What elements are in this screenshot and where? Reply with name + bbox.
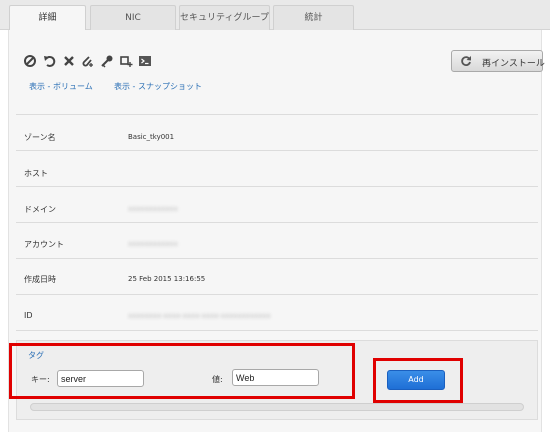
view-snapshots-link[interactable]: 表示 - スナップショット [114, 81, 202, 92]
tag-fields-highlight [9, 343, 355, 399]
divider [16, 258, 538, 259]
zone-value: Basic_tky001 [128, 133, 175, 141]
tab-details[interactable]: 詳細 [9, 5, 86, 31]
view-volumes-link[interactable]: 表示 - ボリューム [29, 81, 93, 92]
domain-label: ドメイン [24, 205, 56, 214]
zone-label: ゾーン名 [24, 133, 56, 142]
divider [16, 222, 538, 223]
divider [16, 186, 538, 187]
console-icon[interactable] [138, 54, 152, 68]
tab-bar: 詳細 NIC セキュリティグループ 統計 [0, 0, 550, 31]
created-value: 25 Feb 2015 13:16:55 [128, 275, 206, 283]
add-button-highlight [373, 358, 463, 403]
tab-nic[interactable]: NIC [90, 5, 176, 30]
divider [16, 114, 538, 115]
key-icon[interactable] [100, 54, 114, 68]
divider [16, 330, 538, 331]
tab-security-group[interactable]: セキュリティグループ [179, 5, 270, 30]
id-label: ID [24, 311, 33, 320]
id-value: xxxxxxxx-xxxx-xxxx-xxxx-xxxxxxxxxxxx [128, 312, 271, 320]
reinstall-label: 再インストール [482, 59, 545, 69]
divider [16, 294, 538, 295]
ban-icon[interactable] [23, 54, 37, 68]
account-value: xxxxxxxxxxxx [128, 240, 178, 248]
host-label: ホスト [24, 169, 48, 178]
divider [16, 150, 538, 151]
add-node-icon[interactable] [119, 54, 133, 68]
horizontal-scrollbar[interactable] [30, 403, 524, 411]
restart-icon[interactable] [43, 54, 57, 68]
reinstall-button[interactable]: 再インストール [451, 50, 545, 72]
close-icon[interactable] [62, 54, 76, 68]
domain-value: xxxxxxxxxxxx [128, 205, 178, 213]
refresh-icon [460, 55, 472, 67]
attach-icon[interactable] [80, 54, 94, 68]
created-label: 作成日時 [24, 275, 56, 284]
account-label: アカウント [24, 240, 64, 249]
tab-statistics[interactable]: 統計 [273, 5, 354, 30]
